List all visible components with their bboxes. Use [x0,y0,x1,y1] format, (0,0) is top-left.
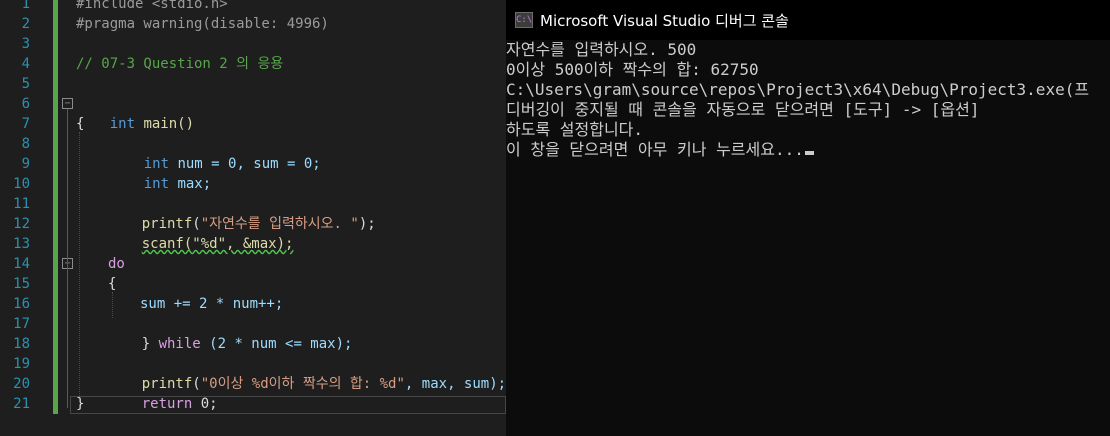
line-number: 11 [13,196,30,212]
brace-close: } [141,336,159,352]
code-line-21[interactable]: } [76,394,84,414]
console-title: Microsoft Visual Studio 디버그 콘솔 [540,12,789,30]
line-number: 14 [13,256,30,272]
code-line-6[interactable]: int main() [76,94,194,132]
code-line-2[interactable]: #pragma warning(disable: 4996) [76,14,329,34]
code-line-19[interactable]: printf("0이상 %d이하 짝수의 합: %d", max, sum); [108,354,506,392]
line-number: 8 [21,136,30,152]
line-number: 19 [13,356,30,372]
indent-guide [79,132,80,398]
line-number: 13 [13,236,30,252]
keyword-return: return [141,396,193,412]
line-number: 7 [21,116,30,132]
text-cursor [804,151,814,155]
code-line-12[interactable]: scanf("%d", &max); [108,214,294,252]
console-prompt-text: 이 창을 닫으려면 아무 키나 누르세요... [506,140,804,159]
line-number: 18 [13,336,30,352]
string-literal: "0이상 %d이하 짝수의 합: %d" [200,376,405,392]
line-number: 3 [21,36,30,52]
code-line-16[interactable]: sum += 2 * num++; [140,294,283,314]
code-line-9[interactable]: int max; [110,154,211,192]
line-number: 9 [21,156,30,172]
line-number: 16 [13,296,30,312]
keyword-int: int [143,176,170,192]
keyword-int: int [109,116,136,132]
code-line-15[interactable]: { [108,274,116,294]
console-output-line: C:\Users\gram\source\repos\Project3\x64\… [506,80,1090,99]
line-number: 12 [13,216,30,232]
line-number: 20 [13,376,30,392]
line-number: 21 [13,396,30,412]
paren-close: ); [358,216,376,232]
code-line-4-comment[interactable]: // 07-3 Question 2 의 응용 [76,54,283,74]
collapse-main-icon[interactable]: − [62,98,73,109]
code-line-7[interactable]: { [76,114,84,134]
code-line-1[interactable]: #include <stdio.h> [76,0,228,14]
fold-range-line [67,109,68,408]
console-output-line: 0이상 500이하 짝수의 합: 62750 [506,60,759,79]
code-line-8[interactable]: int num = 0, sum = 0; [110,134,321,172]
keyword-while: while [158,336,201,352]
code-line-20[interactable]: return 0; [108,374,218,412]
line-number: 1 [21,0,30,12]
console-titlebar[interactable]: C:\ Microsoft Visual Studio 디버그 콘솔 [506,0,1110,40]
line-number: 10 [13,176,30,192]
line-number: 4 [21,56,30,72]
line-number: 15 [13,276,30,292]
change-tracking-bar [53,0,58,414]
scanf-call-warning[interactable]: scanf("%d", &max); [142,236,294,252]
code-line-14[interactable]: do [108,254,125,274]
console-output-line: 하도록 설정합니다. [506,120,644,139]
function-main: main() [135,116,195,132]
console-app-icon: C:\ [515,12,533,28]
line-number: 2 [21,16,30,32]
code-line-17[interactable]: } while (2 * num <= max); [108,314,353,352]
args-text: , max, sum); [404,376,506,392]
return-value: 0; [192,396,218,412]
code-line-11[interactable]: printf("자연수를 입력하시오. "); [108,194,376,232]
condition-text: (2 * num <= max); [200,336,353,352]
line-number: 17 [13,316,30,332]
code-editor[interactable]: 123456789101112131415161718192021 − − #i… [0,0,506,436]
console-prompt-line: 이 창을 닫으려면 아무 키나 누르세요... [506,140,1110,160]
console-output-line: 디버깅이 중지될 때 콘솔을 자동으로 닫으려면 [도구] -> [옵션] [506,100,980,119]
declaration-text: max; [169,176,212,192]
console-output-line: 자연수를 입력하시오. 500 [506,40,697,59]
line-number: 5 [21,76,30,92]
debug-console-window[interactable]: C:\ Microsoft Visual Studio 디버그 콘솔 자연수를 … [506,0,1110,436]
line-number: 6 [21,96,30,112]
